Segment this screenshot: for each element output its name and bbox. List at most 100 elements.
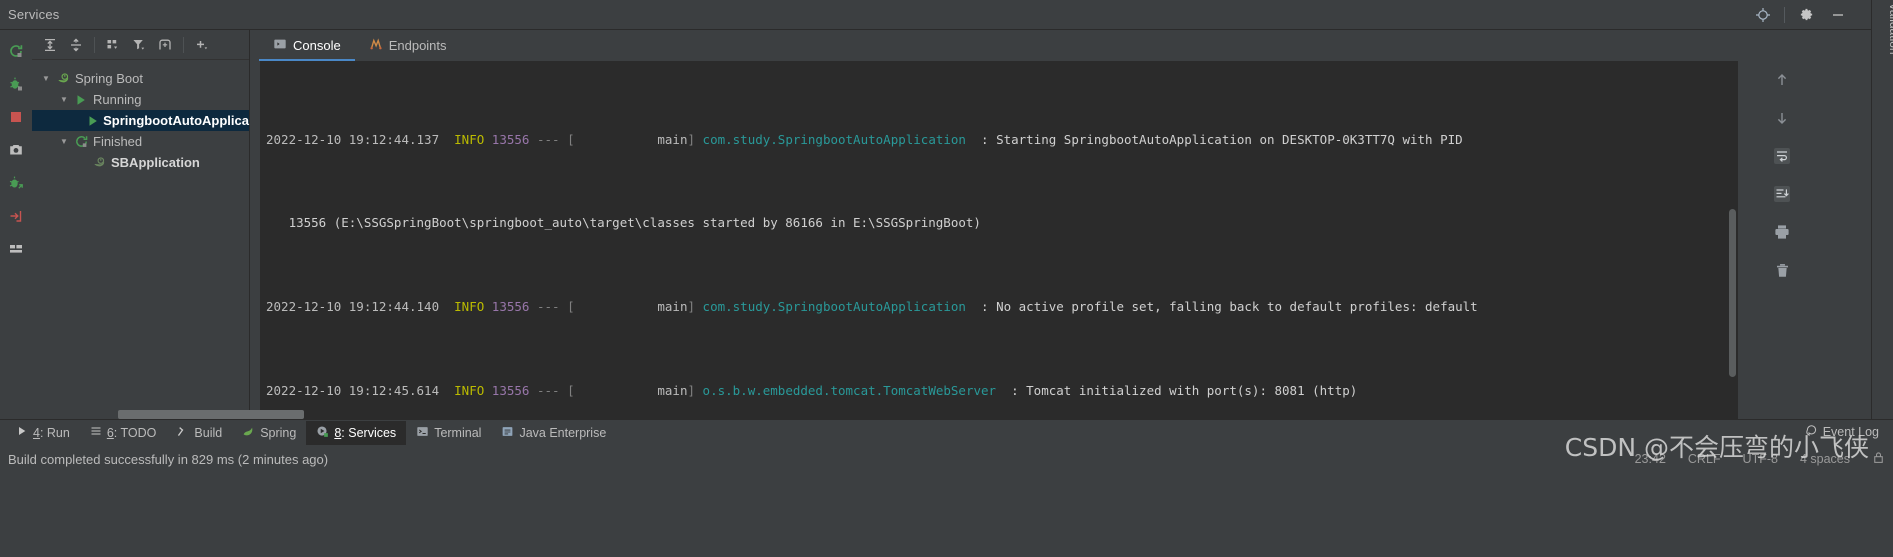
tab-services[interactable]: 8: Services bbox=[306, 420, 407, 445]
tab-label: Java Enterprise bbox=[519, 425, 607, 440]
tree-node-sbapplication[interactable]: SBApplication bbox=[32, 152, 249, 173]
tree-node-spring-boot[interactable]: ▼ Spring Boot bbox=[32, 68, 249, 89]
log-logger: o.s.b.w.embedded.tomcat.TomcatWebServer bbox=[702, 382, 997, 398]
endpoints-icon bbox=[369, 37, 383, 54]
tab-build[interactable]: Build bbox=[166, 421, 232, 445]
collapse-all-icon[interactable] bbox=[64, 33, 88, 57]
log-level: INFO bbox=[454, 382, 485, 398]
log-pid: 13556 bbox=[491, 131, 530, 147]
tab-label: : Run bbox=[39, 425, 70, 440]
lock-icon[interactable] bbox=[1872, 451, 1885, 467]
log-pid: 13556 bbox=[491, 298, 530, 314]
tab-label: : Services bbox=[341, 425, 397, 440]
up-arrow-icon[interactable] bbox=[1770, 68, 1794, 92]
log-message: Tomcat initialized with port(s): 8081 (h… bbox=[1026, 382, 1358, 398]
log-level: INFO bbox=[454, 131, 485, 147]
rerun-icon bbox=[72, 134, 90, 149]
tree-node-finished[interactable]: ▼ Finished bbox=[32, 131, 249, 152]
screenshot-icon[interactable] bbox=[5, 139, 27, 161]
status-line-separator[interactable]: CRLF bbox=[1688, 452, 1721, 466]
console-icon bbox=[273, 37, 287, 54]
tree-node-springbootautoapplication[interactable]: SpringbootAutoApplica bbox=[32, 110, 249, 131]
debug-icon[interactable] bbox=[5, 73, 27, 95]
left-run-toolbar bbox=[0, 30, 32, 430]
locate-icon[interactable] bbox=[1752, 4, 1774, 26]
tab-todo[interactable]: 6: TODO bbox=[80, 421, 167, 445]
event-log-button[interactable]: Event Log bbox=[1805, 424, 1879, 440]
log-thread: main bbox=[574, 382, 688, 398]
terminal-icon bbox=[416, 425, 429, 441]
page-title: Services bbox=[8, 7, 60, 22]
trash-icon[interactable] bbox=[1770, 258, 1794, 282]
export-icon[interactable] bbox=[5, 205, 27, 227]
event-log-label: Event Log bbox=[1822, 425, 1879, 439]
horizontal-scrollbar[interactable] bbox=[118, 410, 304, 419]
log-timestamp: 2022-12-10 19:12:44.137 bbox=[266, 131, 440, 147]
log-thread: main bbox=[574, 131, 688, 147]
tree-node-label: Spring Boot bbox=[75, 71, 143, 86]
tree-node-label: Finished bbox=[93, 134, 143, 149]
expand-all-icon[interactable] bbox=[38, 33, 62, 57]
tab-shortcut: 6 bbox=[106, 425, 114, 440]
log-message: Starting SpringbootAutoApplication on DE… bbox=[996, 131, 1463, 147]
tree-node-running[interactable]: ▼ Running bbox=[32, 89, 249, 110]
tab-endpoints[interactable]: Endpoints bbox=[355, 31, 461, 61]
divider bbox=[1784, 6, 1785, 23]
log-line: 2022-12-10 19:12:44.137 INFO 13556 --- [… bbox=[266, 131, 1463, 147]
rerun-failed-icon[interactable] bbox=[5, 172, 27, 194]
chevron-down-icon[interactable]: ▼ bbox=[56, 137, 72, 146]
status-bar: Build completed successfully in 829 ms (… bbox=[0, 445, 1893, 473]
log-message: 13556 (E:\SSGSpringBoot\springboot_auto\… bbox=[266, 215, 981, 231]
status-message: Build completed successfully in 829 ms (… bbox=[8, 451, 329, 467]
chevron-down-icon[interactable]: ▼ bbox=[56, 95, 72, 104]
tab-run[interactable]: 4: Run bbox=[6, 421, 80, 445]
soft-wrap-icon[interactable] bbox=[1770, 144, 1794, 168]
build-icon bbox=[176, 425, 189, 441]
layout-icon[interactable] bbox=[5, 238, 27, 260]
log-timestamp: 2022-12-10 19:12:45.614 bbox=[266, 382, 440, 398]
filter-icon[interactable] bbox=[127, 33, 151, 57]
tree-node-label: Running bbox=[93, 92, 142, 107]
divider bbox=[183, 36, 184, 53]
tab-label: Build bbox=[194, 425, 223, 440]
log-line: 2022-12-10 19:12:44.140 INFO 13556 --- [… bbox=[266, 298, 1478, 314]
rerun-icon[interactable] bbox=[5, 40, 27, 62]
stop-icon[interactable] bbox=[5, 106, 27, 128]
status-time: 23:42 bbox=[1634, 452, 1666, 466]
log-level: INFO bbox=[454, 298, 485, 314]
tab-console[interactable]: Console bbox=[259, 31, 355, 61]
status-encoding[interactable]: UTF-8 bbox=[1743, 452, 1778, 466]
ide-window: Services ▼ Spring Boot ▼ Running Springb… bbox=[0, 0, 1893, 557]
gear-icon[interactable] bbox=[1795, 4, 1817, 26]
chevron-down-icon[interactable]: ▼ bbox=[38, 74, 54, 83]
tab-label: Endpoints bbox=[388, 37, 447, 53]
console-tabbar: Console Endpoints bbox=[251, 30, 1759, 61]
status-indent[interactable]: 4 spaces bbox=[1800, 452, 1850, 466]
tab-spring[interactable]: Spring bbox=[232, 421, 306, 445]
scroll-to-end-icon[interactable] bbox=[1770, 182, 1794, 206]
minimize-icon[interactable] bbox=[1827, 4, 1849, 26]
tab-label: : TODO bbox=[113, 425, 157, 440]
console-scrollbar[interactable] bbox=[1729, 209, 1736, 377]
tab-java-enterprise[interactable]: Java Enterprise bbox=[491, 421, 616, 445]
tab-shortcut: 4 bbox=[33, 425, 40, 440]
log-line-continuation: 13556 (E:\SSGSpringBoot\springboot_auto\… bbox=[266, 213, 1738, 234]
add-configuration-icon[interactable] bbox=[153, 33, 177, 57]
todo-icon bbox=[90, 425, 102, 440]
add-service-icon[interactable] bbox=[190, 33, 214, 57]
run-icon bbox=[86, 114, 100, 128]
status-bar-right: 23:42 CRLF UTF-8 4 spaces bbox=[1635, 445, 1885, 473]
console-output[interactable]: 2022-12-10 19:12:44.137 INFO 13556 --- [… bbox=[260, 61, 1738, 426]
tab-label: Spring bbox=[260, 425, 297, 440]
print-icon[interactable] bbox=[1770, 220, 1794, 244]
group-icon[interactable] bbox=[101, 33, 125, 57]
console-panel: Console Endpoints 2022-12-10 19:12:44.13… bbox=[251, 30, 1759, 430]
spring-boot-icon bbox=[90, 155, 108, 170]
tab-terminal[interactable]: Terminal bbox=[406, 421, 491, 445]
down-arrow-icon[interactable] bbox=[1770, 106, 1794, 130]
services-icon bbox=[316, 425, 329, 441]
tab-bean-validation[interactable]: Bean Validation bbox=[1883, 0, 1893, 61]
spring-leaf-icon bbox=[242, 425, 255, 441]
tab-label: Terminal bbox=[434, 425, 482, 440]
log-thread: main bbox=[574, 298, 688, 314]
